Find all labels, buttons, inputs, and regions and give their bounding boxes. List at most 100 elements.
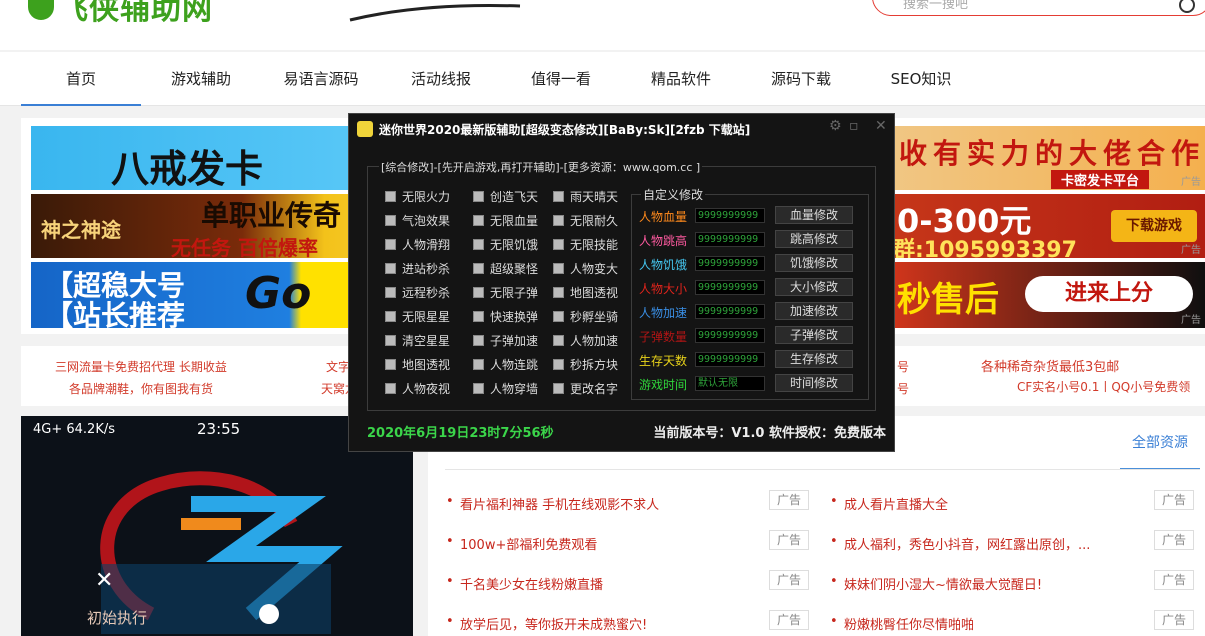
ad-badge: 广告 [1154, 570, 1194, 590]
list-item[interactable]: 放学后见，等你扳开未成熟蜜穴! [446, 614, 647, 633]
mod-label-time: 游戏时间 [639, 378, 688, 392]
checkbox[interactable]: 无限技能 [553, 236, 618, 253]
text-link[interactable]: 文字 [326, 358, 350, 375]
nav-game-assist[interactable]: 游戏辅助 [141, 52, 261, 106]
toggle-knob[interactable] [259, 604, 279, 624]
checkbox[interactable]: 雨天晴天 [553, 188, 618, 205]
search-box[interactable]: 搜索一搜吧 [872, 0, 1205, 16]
ad-badge: 广告 [1154, 610, 1194, 630]
list-item[interactable]: 100w+部福利免费观看 [446, 534, 597, 553]
list-item[interactable]: 妹妹们阴小湿大~情欲最大觉醒日! [830, 574, 1042, 593]
search-icon[interactable] [1179, 0, 1195, 13]
mod-label-health: 人物血量 [639, 210, 688, 224]
tab-all-resources[interactable]: 全部资源 [1120, 420, 1200, 470]
ammo-input[interactable]: 9999999999 [695, 328, 765, 343]
checkbox[interactable]: 秒拆方块 [553, 356, 618, 373]
checkbox[interactable]: 无限子弹 [473, 284, 538, 301]
logo-bug-icon [28, 0, 54, 20]
text-link[interactable]: 号 [897, 380, 909, 397]
banner-text: 八戒发卡 [111, 147, 264, 190]
time-input[interactable]: 默认无限 [695, 376, 765, 391]
checkbox[interactable]: 人物穿墙 [473, 380, 538, 397]
checkbox[interactable]: 地图透视 [385, 356, 450, 373]
site-logo[interactable]: 飞侠辅助网 [58, 0, 213, 28]
checkbox[interactable]: 无限耐久 [553, 212, 618, 229]
divider [445, 469, 1200, 470]
list-item[interactable]: 成人看片直播大全 [830, 494, 948, 513]
cheat-tool-window[interactable]: 迷你世界2020最新版辅助[超级变态修改][BaBy:Sk][2fzb 下载站]… [348, 113, 895, 452]
group-legend: 自定义修改 [641, 186, 706, 203]
minimize-icon[interactable]: ▫ [849, 118, 859, 134]
enter-button[interactable]: 进来上分 [1025, 276, 1193, 312]
nav-downloads[interactable]: 源码下载 [741, 52, 861, 106]
list-item[interactable]: 粉嫩桃臀任你尽情啪啪 [830, 614, 974, 633]
ad-badge: 广告 [1154, 530, 1194, 550]
checkbox[interactable]: 人物滑翔 [385, 236, 450, 253]
checkbox[interactable]: 无限饥饿 [473, 236, 538, 253]
checkbox[interactable]: 无限火力 [385, 188, 450, 205]
time-modify-button[interactable]: 时间修改 [775, 374, 853, 392]
text-link[interactable]: 号 [897, 358, 909, 375]
nav-activities[interactable]: 活动线报 [381, 52, 501, 106]
checkbox[interactable]: 地图透视 [553, 284, 618, 301]
text-link[interactable]: 各种稀奇杂货最低3包邮 [981, 356, 1119, 375]
health-input[interactable]: 9999999999 [695, 208, 765, 223]
search-input[interactable]: 搜索一搜吧 [903, 0, 968, 12]
ammo-modify-button[interactable]: 子弹修改 [775, 326, 853, 344]
checkbox[interactable]: 人物夜视 [385, 380, 450, 397]
list-item[interactable]: 看片福利神器 手机在线观影不求人 [446, 494, 659, 513]
banner-text: 收有实力的大佬合作 [899, 137, 1205, 170]
window-titlebar[interactable]: 迷你世界2020最新版辅助[超级变态修改][BaBy:Sk][2fzb 下载站]… [349, 114, 894, 144]
close-icon[interactable]: ✕ [875, 118, 887, 134]
list-item[interactable]: 千名美少女在线粉嫩直播 [446, 574, 603, 593]
phone-status: 4G+ 64.2K/s [33, 422, 115, 437]
checkbox[interactable]: 人物加速 [553, 332, 618, 349]
checkbox[interactable]: 人物连跳 [473, 356, 538, 373]
health-modify-button[interactable]: 血量修改 [775, 206, 853, 224]
banner-text: 卡密发卡平台 [1051, 170, 1150, 189]
checkbox[interactable]: 气泡效果 [385, 212, 450, 229]
checkbox[interactable]: 进站秒杀 [385, 260, 450, 277]
jump-input[interactable]: 9999999999 [695, 232, 765, 247]
checkbox[interactable]: 快速换弹 [473, 308, 538, 325]
checkbox[interactable]: 远程秒杀 [385, 284, 450, 301]
jump-modify-button[interactable]: 跳高修改 [775, 230, 853, 248]
hunger-modify-button[interactable]: 饥饿修改 [775, 254, 853, 272]
size-modify-button[interactable]: 大小修改 [775, 278, 853, 296]
ad-badge: 广告 [769, 570, 809, 590]
download-game-button[interactable]: 下载游戏 [1111, 210, 1197, 242]
nav-worth-seeing[interactable]: 值得一看 [501, 52, 621, 106]
checkbox[interactable]: 更改名字 [553, 380, 618, 397]
list-item[interactable]: 成人福利，秀色小抖音，网红露出原创，... [830, 534, 1090, 553]
nav-software[interactable]: 精品软件 [621, 52, 741, 106]
nav-source-code[interactable]: 易语言源码 [261, 52, 381, 106]
group-legend: [综合修改]-[先开启游戏,再打开辅助]-[更多资源：www.qom.cc ] [379, 159, 703, 175]
ad-badge: 广告 [1154, 490, 1194, 510]
checkbox[interactable]: 超级聚怪 [473, 260, 538, 277]
nav-home[interactable]: 首页 [21, 52, 141, 106]
page: 飞侠辅助网 搜索一搜吧 首页 游戏辅助 易语言源码 活动线报 值得一看 精品软件… [0, 0, 1205, 636]
checkbox[interactable]: 人物变大 [553, 260, 618, 277]
checkbox[interactable]: 创造飞天 [473, 188, 538, 205]
mod-label-size: 人物大小 [639, 282, 688, 296]
close-icon[interactable]: ✕ [95, 568, 113, 593]
speed-input[interactable]: 9999999999 [695, 304, 765, 319]
version-info: 当前版本号：V1.0 软件授权：免费版本 [653, 426, 886, 441]
days-input[interactable]: 9999999999 [695, 352, 765, 367]
text-link[interactable]: CF实名小号0.1丨QQ小号免费领 [1017, 378, 1190, 395]
checkbox[interactable]: 无限血量 [473, 212, 538, 229]
text-link[interactable]: 三网流量卡免费招代理 长期收益 [55, 358, 227, 375]
checkbox[interactable]: 清空星星 [385, 332, 450, 349]
checkbox[interactable]: 子弹加速 [473, 332, 538, 349]
main-nav: 首页 游戏辅助 易语言源码 活动线报 值得一看 精品软件 源码下载 SEO知识 [0, 52, 1205, 106]
hunger-input[interactable]: 9999999999 [695, 256, 765, 271]
speed-modify-button[interactable]: 加速修改 [775, 302, 853, 320]
settings-icon[interactable]: ⚙ [829, 118, 842, 134]
nav-seo[interactable]: SEO知识 [861, 52, 981, 106]
window-title: 迷你世界2020最新版辅助[超级变态修改][BaBy:Sk][2fzb 下载站] [379, 123, 751, 137]
checkbox[interactable]: 无限星星 [385, 308, 450, 325]
size-input[interactable]: 9999999999 [695, 280, 765, 295]
checkbox[interactable]: 秒孵坐骑 [553, 308, 618, 325]
days-modify-button[interactable]: 生存修改 [775, 350, 853, 368]
text-link[interactable]: 各品牌潮鞋，你有图我有货 [69, 380, 213, 397]
